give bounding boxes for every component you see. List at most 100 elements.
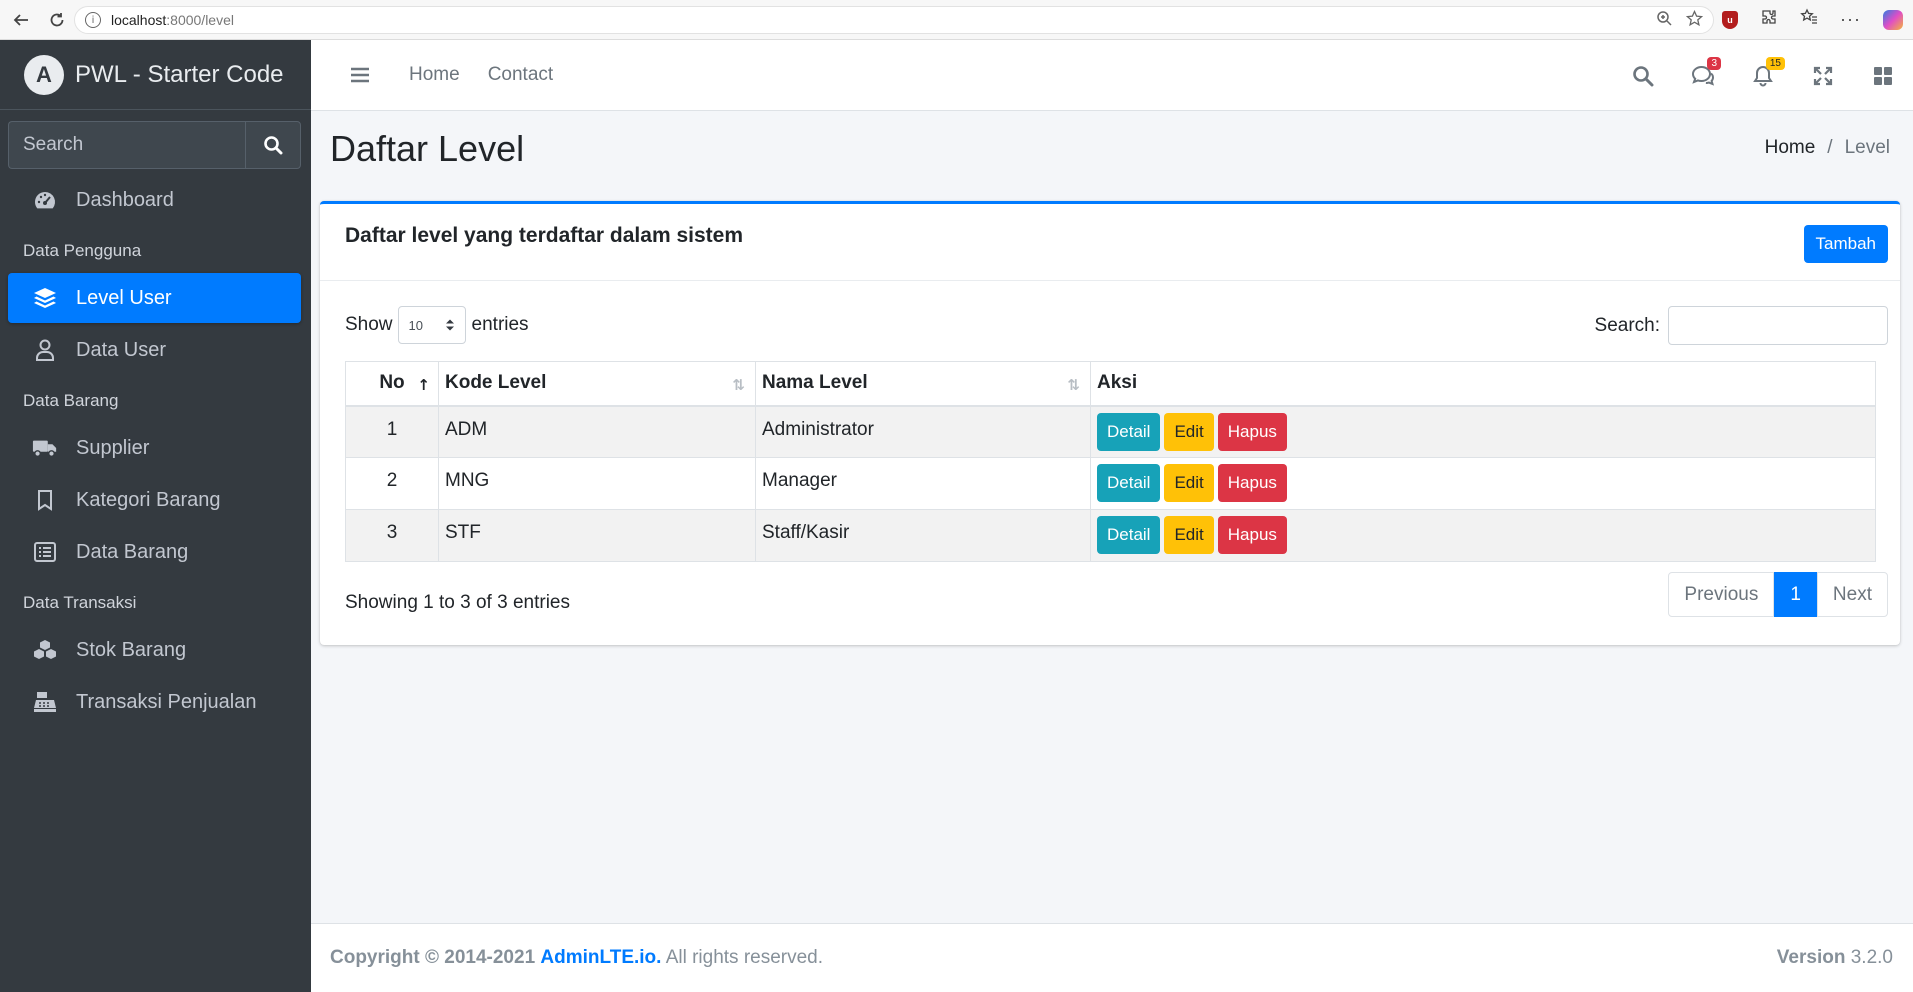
sidebar-menu: Dashboard Data Pengguna Level User Data …	[0, 175, 311, 727]
sidebar-item-data-barang[interactable]: Data Barang	[8, 527, 301, 577]
nav-link-contact[interactable]: Contact	[488, 64, 553, 86]
sidebar-item-data-user[interactable]: Data User	[8, 325, 301, 375]
reload-icon[interactable]	[42, 5, 72, 35]
cell-aksi: Detail Edit Hapus	[1090, 457, 1876, 510]
column-header-label: No	[379, 372, 405, 394]
column-header-aksi: Aksi	[1090, 361, 1876, 407]
pagination: Previous 1 Next	[1668, 572, 1888, 617]
sidebar-item-dashboard[interactable]: Dashboard	[8, 175, 301, 225]
navbar-search-button[interactable]	[1613, 65, 1673, 87]
edit-button[interactable]: Edit	[1164, 516, 1214, 554]
control-sidebar-button[interactable]	[1853, 66, 1913, 86]
menu-header-transaksi: Data Transaksi	[23, 593, 137, 612]
breadcrumb: Home / Level	[1765, 137, 1890, 159]
more-options-icon[interactable]: ···	[1840, 9, 1861, 30]
detail-button[interactable]: Detail	[1097, 464, 1161, 502]
sidebar-search-button[interactable]	[245, 121, 301, 169]
menu-header-barang: Data Barang	[23, 391, 119, 410]
entries-label: entries	[471, 314, 529, 335]
table-search-input[interactable]	[1668, 306, 1888, 345]
delete-button[interactable]: Hapus	[1217, 464, 1287, 502]
cell-no: 1	[345, 405, 439, 458]
cash-register-icon	[32, 689, 58, 715]
messages-button[interactable]: 3	[1673, 56, 1733, 87]
notifications-badge: 15	[1765, 56, 1785, 70]
sidebar-item-stok-barang[interactable]: Stok Barang	[8, 625, 301, 675]
sidebar-item-kategori-barang[interactable]: Kategori Barang	[8, 475, 301, 525]
entries-select-value: 10	[408, 317, 423, 333]
adminlte-link[interactable]: AdminLTE.io.	[540, 947, 661, 968]
sidebar-item-level-user[interactable]: Level User	[8, 273, 301, 323]
cell-nama-level: Administrator	[755, 405, 1091, 458]
detail-button[interactable]: Detail	[1097, 516, 1161, 554]
card-header: Daftar level yang terdaftar dalam sistem…	[320, 204, 1900, 281]
copilot-icon[interactable]	[1883, 9, 1903, 30]
delete-button[interactable]: Hapus	[1217, 516, 1287, 554]
sidebar-item-label: Transaksi Penjualan	[76, 690, 257, 713]
extensions-icon[interactable]	[1760, 8, 1778, 31]
bookmark-icon	[32, 487, 58, 513]
sidebar-item-supplier[interactable]: Supplier	[8, 423, 301, 473]
favorites-bar-icon[interactable]	[1800, 8, 1818, 31]
sort-asc-icon: ↑	[417, 376, 430, 394]
sidebar-item-transaksi-penjualan[interactable]: Transaksi Penjualan	[8, 677, 301, 727]
table-row: 1 ADM Administrator Detail Edit Hapus	[345, 405, 1876, 458]
column-header-label: Aksi	[1097, 372, 1138, 394]
address-bar[interactable]: i localhost:8000/level	[74, 6, 1714, 34]
cell-nama-level: Staff/Kasir	[755, 509, 1091, 562]
ublock-extension-icon[interactable]: u	[1722, 10, 1739, 29]
pagination-next[interactable]: Next	[1816, 572, 1888, 617]
table-search: Search:	[1595, 306, 1888, 345]
cell-kode-level: ADM	[438, 405, 756, 458]
rights-text: All rights reserved.	[665, 947, 824, 968]
site-info-icon[interactable]: i	[85, 12, 101, 28]
nav-link-home[interactable]: Home	[409, 64, 460, 86]
sidebar: A PWL - Starter Code Search Dashboard Da…	[0, 40, 311, 992]
cell-no: 3	[345, 509, 439, 562]
pagination-previous[interactable]: Previous	[1668, 572, 1775, 617]
pagination-page-current[interactable]: 1	[1774, 572, 1817, 617]
fullscreen-button[interactable]	[1793, 66, 1853, 86]
brand-link[interactable]: A PWL - Starter Code	[0, 40, 311, 110]
column-header-kode-level[interactable]: Kode Level ⇅	[438, 361, 756, 407]
user-icon	[32, 337, 58, 363]
edit-button[interactable]: Edit	[1164, 412, 1214, 451]
search-label: Search:	[1594, 314, 1660, 336]
sidebar-search-input[interactable]: Search	[8, 121, 245, 169]
sidebar-search: Search	[8, 121, 301, 169]
adminlte-logo: A	[24, 54, 64, 95]
entries-select[interactable]: 10	[397, 306, 466, 344]
sidebar-toggle-button[interactable]	[339, 66, 381, 84]
table-header-row: No ↑ Kode Level ⇅ Nama Level ⇅ Aksi	[345, 361, 1876, 407]
footer-version: Version 3.2.0	[1777, 947, 1893, 969]
search-icon	[1633, 65, 1654, 86]
cell-kode-level: STF	[438, 509, 756, 562]
breadcrumb-home[interactable]: Home	[1765, 137, 1816, 159]
back-arrow-icon[interactable]	[6, 5, 36, 35]
sidebar-item-label: Dashboard	[76, 188, 174, 211]
url-path: :8000/level	[166, 12, 234, 28]
show-label: Show	[345, 314, 393, 335]
sidebar-item-label: Data Barang	[76, 540, 189, 563]
add-level-button[interactable]: Tambah	[1803, 225, 1888, 263]
footer-copyright: Copyright © 2014-2021 AdminLTE.io. All r…	[330, 947, 823, 969]
sidebar-item-label: Kategori Barang	[76, 488, 221, 511]
level-card: Daftar level yang terdaftar dalam sistem…	[320, 201, 1900, 645]
sidebar-item-label: Supplier	[76, 436, 150, 459]
sidebar-item-label: Data User	[76, 338, 167, 361]
zoom-icon[interactable]	[1656, 10, 1672, 32]
cell-kode-level: MNG	[438, 457, 756, 510]
cell-nama-level: Manager	[755, 457, 1091, 510]
breadcrumb-separator: /	[1827, 137, 1833, 158]
edit-button[interactable]: Edit	[1164, 464, 1214, 502]
column-header-no[interactable]: No ↑	[345, 361, 439, 407]
cell-aksi: Detail Edit Hapus	[1090, 405, 1876, 458]
cubes-icon	[32, 637, 58, 663]
notifications-button[interactable]: 15	[1733, 56, 1793, 87]
detail-button[interactable]: Detail	[1097, 412, 1161, 451]
messages-badge: 3	[1707, 56, 1721, 70]
delete-button[interactable]: Hapus	[1217, 412, 1287, 451]
favorite-star-icon[interactable]	[1685, 9, 1704, 32]
column-header-nama-level[interactable]: Nama Level ⇅	[755, 361, 1091, 407]
main-footer: Copyright © 2014-2021 AdminLTE.io. All r…	[311, 923, 1913, 992]
